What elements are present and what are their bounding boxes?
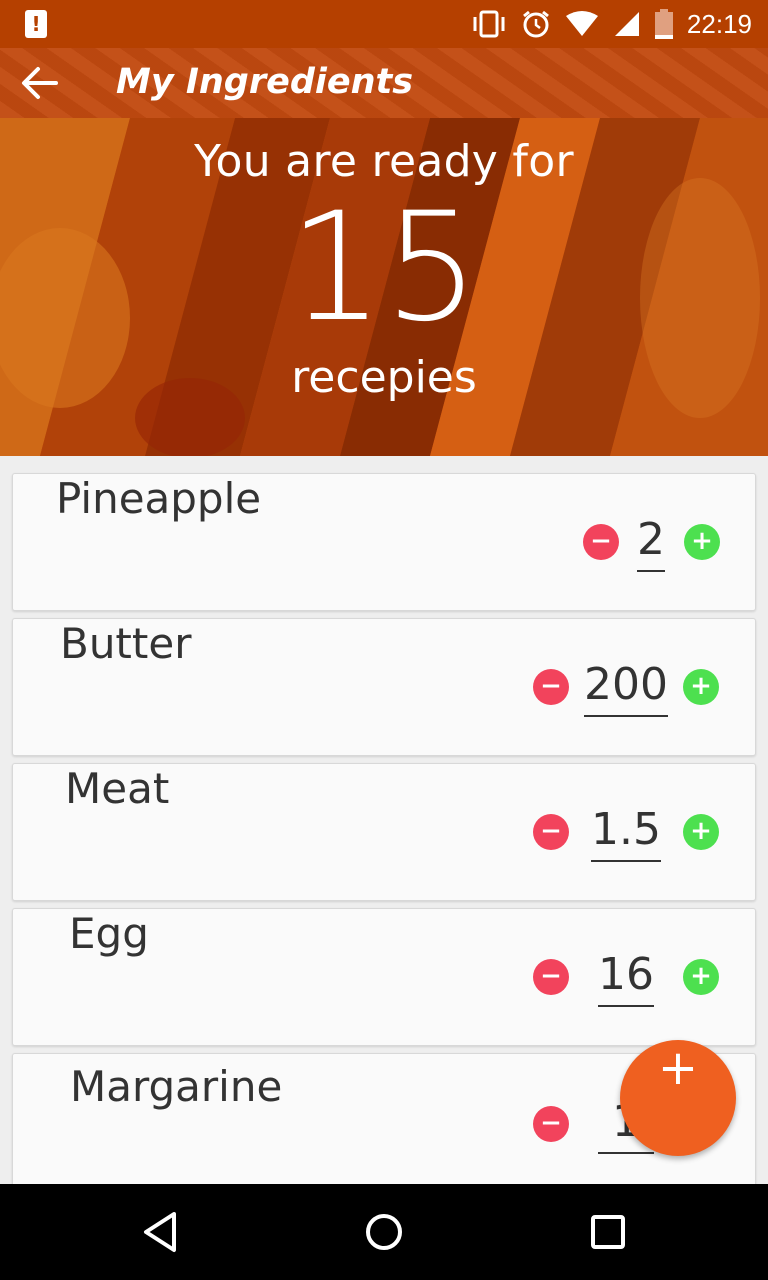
ingredient-name: Meat [65,764,170,813]
recipe-count: 15 [288,181,480,355]
quantity-input[interactable]: 200 [584,659,668,717]
increase-button[interactable]: + [684,524,720,560]
quantity-input[interactable]: 2 [637,514,665,572]
quantity-input[interactable]: 16 [598,949,654,1007]
ingredient-name: Margarine [70,1062,283,1111]
quantity-input[interactable]: 1.5 [591,804,661,862]
status-icons: 22:19 [471,0,752,48]
app-bar: My Ingredients [0,48,768,118]
decrease-button[interactable]: − [533,669,569,705]
status-time: 22:19 [686,8,752,39]
decrease-button[interactable]: − [583,524,619,560]
status-bar: ! 22:19 [0,0,768,48]
decrease-button[interactable]: − [533,814,569,850]
home-nav-icon[interactable] [354,1202,414,1262]
system-nav-bar [0,1184,768,1280]
wifi-icon [565,11,598,36]
alarm-icon [522,10,549,38]
page-title: My Ingredients [116,62,414,102]
add-ingredient-button[interactable]: + [620,1040,736,1156]
increase-button[interactable]: + [683,669,719,705]
signal-icon [614,12,639,36]
ingredient-card-butter: Butter − 200 + [12,618,756,756]
ingredient-card-egg: Egg − 16 + [12,908,756,1046]
vibrate-icon [473,10,505,38]
alert-icon: ! [25,10,47,38]
arrow-left-icon[interactable] [20,65,58,101]
ingredient-name: Butter [60,619,192,668]
decrease-button[interactable]: − [533,959,569,995]
decrease-button[interactable]: − [533,1106,569,1142]
ingredient-name: Egg [69,909,149,958]
ingredient-card-meat: Meat − 1.5 + [12,763,756,901]
ingredient-name: Pineapple [56,474,262,523]
ingredient-card-pineapple: Pineapple − 2 + [12,473,756,611]
hero-subheading: recepies [291,352,477,403]
back-nav-icon[interactable] [130,1202,190,1262]
increase-button[interactable]: + [683,959,719,995]
increase-button[interactable]: + [683,814,719,850]
hero-heading: You are ready for [194,136,574,187]
recents-nav-icon[interactable] [578,1202,638,1262]
hero-banner: You are ready for 15 recepies [0,118,768,456]
battery-icon [654,9,673,39]
